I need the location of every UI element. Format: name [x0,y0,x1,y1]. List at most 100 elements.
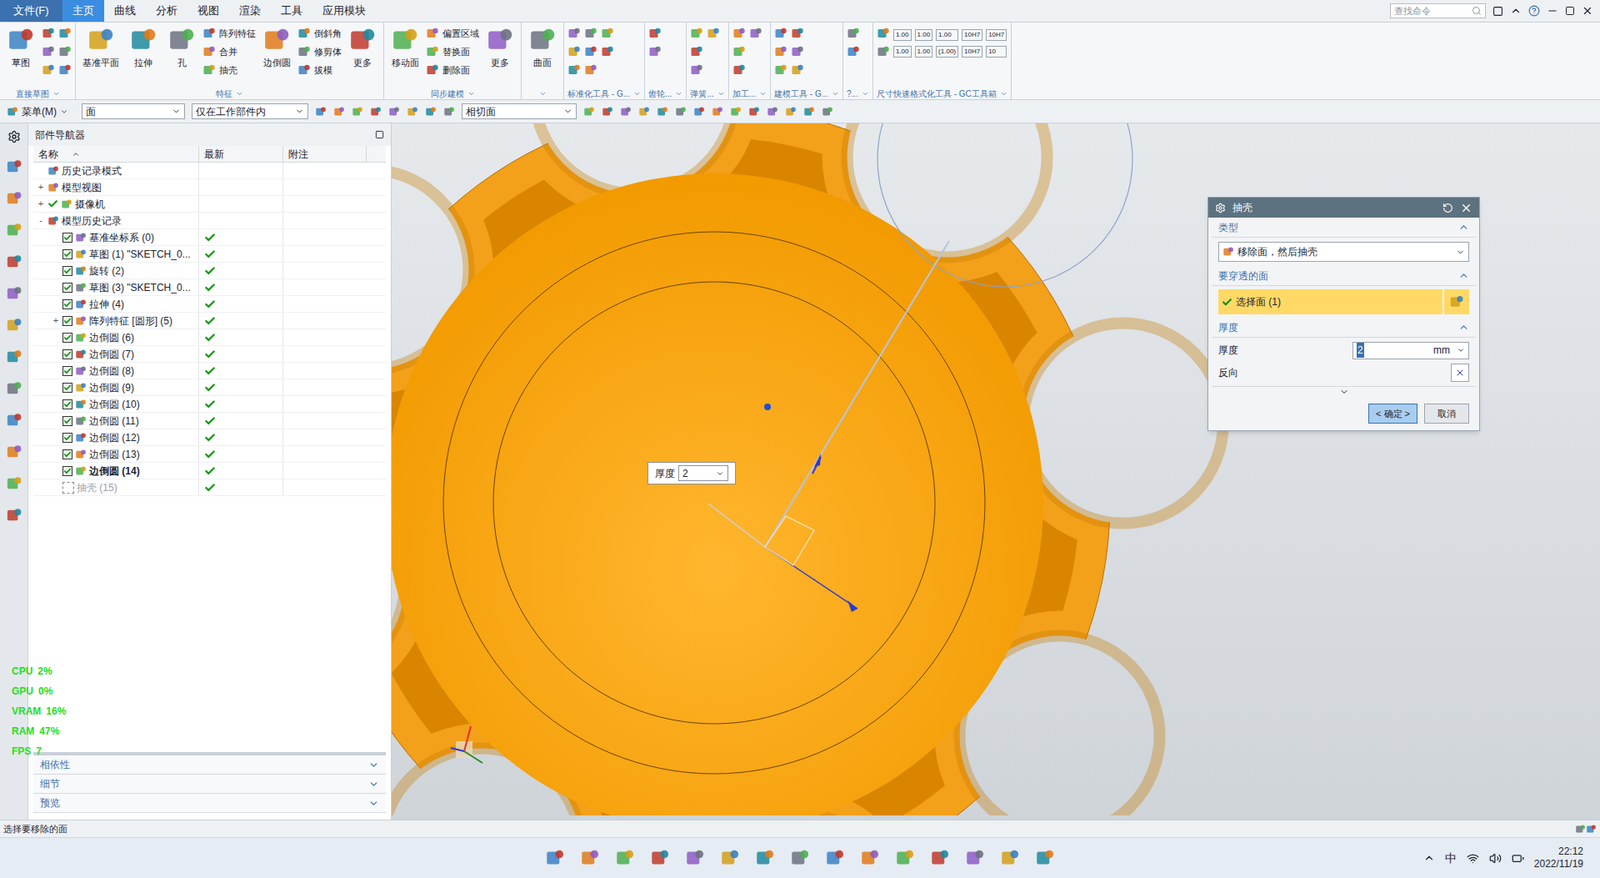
visibility-checkbox[interactable] [62,349,73,360]
ribbon-small-button[interactable]: 替换面 [425,44,480,60]
ribbon-small-button[interactable]: 阵列特征 [202,25,256,41]
tree-row[interactable]: 旋转 (2) [33,262,386,280]
format-button[interactable]: 10 [985,45,1007,58]
ribbon-button[interactable]: 曲面 [525,25,560,70]
ribbon-small-button[interactable] [732,25,746,41]
visibility-checkbox[interactable] [62,399,73,410]
tree-row[interactable]: 边倒圆 (11) [33,412,386,430]
tree-row[interactable]: 边倒圆 (12) [33,429,386,446]
visibility-checkbox[interactable] [62,232,73,243]
ribbon-button[interactable]: 更多 [345,25,380,70]
tree-expander[interactable]: - [36,213,45,228]
ribbon-small-button[interactable] [58,44,72,60]
thickness-input[interactable]: 2mm [1352,341,1470,360]
format-button[interactable]: 1.00 [893,45,912,58]
tree-row[interactable]: 草图 (3) "SKETCH_0... [33,279,386,296]
visibility-checkbox[interactable] [62,432,73,443]
tree-row[interactable]: 边倒圆 (8) [33,362,386,380]
ribbon-small-button[interactable]: 拔模 [297,62,342,78]
visibility-checkbox[interactable] [62,382,73,393]
visibility-checkbox[interactable] [62,465,73,476]
visibility-checkbox[interactable] [62,415,73,426]
face-rule-dropdown[interactable]: 相切面 [461,103,577,120]
format-button[interactable]: 1.00 [893,29,912,41]
ribbon-small-button[interactable] [584,25,598,41]
ribbon-small-button[interactable] [648,44,662,60]
maximize-icon[interactable] [1565,5,1575,16]
ribbon-button[interactable]: 边倒圆 [259,25,295,70]
ribbon-small-button[interactable] [584,62,598,78]
ribbon-small-button[interactable] [749,25,763,41]
tree-row[interactable]: 边倒圆 (13) [33,445,386,463]
ribbon-small-button[interactable] [706,25,720,41]
ribbon-small-button[interactable]: 偏置区域 [425,25,480,41]
ribbon-tab[interactable]: 曲线 [104,0,146,22]
tree-row[interactable]: 边倒圆 (6) [33,329,386,346]
ribbon-small-button[interactable] [790,44,805,60]
settings-icon[interactable] [1215,202,1226,214]
tree-row[interactable]: 历史记录模式 [33,162,386,180]
reverse-button[interactable] [1450,363,1470,382]
reset-icon[interactable] [1442,202,1454,214]
ribbon-button[interactable]: 移动面 [387,25,423,70]
ribbon-small-button[interactable] [58,62,72,78]
visibility-checkbox[interactable] [62,282,73,293]
ribbon-button[interactable]: 更多 [482,25,518,70]
ime-indicator[interactable]: 中 [1445,849,1457,867]
cancel-button[interactable]: 取消 [1424,403,1470,424]
ribbon-small-button[interactable] [790,25,805,41]
maximize-icon[interactable] [375,130,385,140]
ribbon-small-button[interactable] [690,44,704,60]
filter-dropdown[interactable]: 面 [81,103,185,120]
tree-row[interactable]: 边倒圆 (9) [33,379,386,396]
section-header[interactable]: 类型 [1211,217,1476,238]
volume-icon[interactable] [1489,851,1502,865]
ribbon-small-button[interactable] [648,25,662,41]
ribbon-small-button[interactable] [41,25,55,41]
tree-row[interactable]: 草图 (1) "SKETCH_0... [33,245,386,263]
ribbon-small-button[interactable] [584,44,598,60]
section-header[interactable]: 要穿透的面 [1211,265,1476,286]
ribbon-tab[interactable]: 工具 [270,0,313,22]
ribbon-tab[interactable]: 分析 [145,0,188,22]
expand-icon[interactable] [675,90,683,98]
tree-row[interactable]: 基准坐标系 (0) [33,229,386,246]
ok-button[interactable]: < 确定 > [1368,403,1418,424]
wifi-icon[interactable] [1466,851,1480,865]
ribbon-small-button[interactable] [774,25,788,41]
help-icon[interactable] [1528,5,1540,17]
visibility-checkbox[interactable] [62,332,73,343]
ribbon-small-button[interactable]: 删除面 [425,62,480,78]
more-icon[interactable] [1339,386,1350,397]
tray-icon[interactable] [1423,851,1435,864]
format-button[interactable]: 10H7 [961,45,983,58]
ribbon-button[interactable]: 孔 [164,25,200,70]
battery-icon[interactable] [1511,851,1525,865]
ribbon-small-button[interactable] [774,44,788,60]
visibility-checkbox[interactable] [62,365,73,376]
navigator-panel[interactable]: 细节 [33,774,386,794]
ribbon-small-button[interactable]: 倒斜角 [297,25,342,41]
ribbon-small-button[interactable]: 抽壳 [202,62,256,78]
ribbon-tab[interactable]: 渲染 [229,0,271,22]
file-menu[interactable]: 文件(F) [0,0,63,22]
expand-icon[interactable] [52,90,60,98]
visibility-checkbox[interactable] [62,249,73,260]
select-face-row[interactable]: 选择面 (1) [1218,289,1443,315]
format-button[interactable]: 1.00 [935,29,959,41]
visibility-checkbox[interactable] [62,449,73,460]
ribbon-button[interactable]: 基准平面 [79,25,123,70]
ribbon-small-button[interactable] [732,62,746,78]
close-icon[interactable] [1460,201,1473,215]
collapse-icon[interactable] [1510,5,1522,17]
expand-icon[interactable] [759,90,767,98]
ribbon-tab[interactable]: 应用模块 [312,0,376,22]
ribbon-small-button[interactable] [41,62,55,78]
ribbon-small-button[interactable] [58,25,72,41]
format-button[interactable]: 1.00 [915,45,934,58]
format-button[interactable]: 10H7 [985,29,1007,41]
tree-row[interactable]: -模型历史记录 [33,212,386,230]
visibility-checkbox[interactable] [62,265,73,276]
navigator-panel[interactable]: 预览 [33,793,386,813]
ribbon-button[interactable]: 拉伸 [125,25,161,70]
